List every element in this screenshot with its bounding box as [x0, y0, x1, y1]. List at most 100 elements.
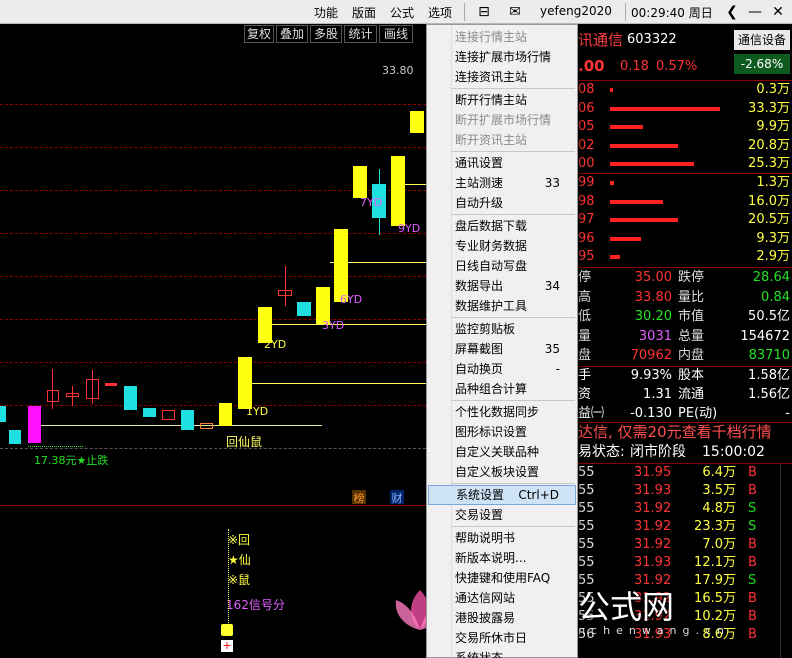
- sell-level-row[interactable]: 02 20.8万: [578, 137, 792, 155]
- level-volume: 2.9万: [756, 249, 790, 265]
- menu-item[interactable]: 连接扩展市场行情: [428, 47, 576, 67]
- kline-bar: [124, 386, 137, 410]
- menu-item[interactable]: 图形标识设置: [428, 422, 576, 442]
- sell-level-row[interactable]: 05 9.9万: [578, 118, 792, 136]
- rank-tag[interactable]: 榜: [352, 490, 366, 505]
- clock: 00:29:40 周日: [631, 6, 713, 20]
- menu-item[interactable]: 自定义板块设置: [428, 462, 576, 482]
- plus-icon: +: [221, 639, 233, 652]
- sector-badge[interactable]: 通信设备: [734, 30, 790, 50]
- kline-bar: [334, 229, 348, 302]
- level-price: 98: [578, 193, 595, 209]
- sell-level-row[interactable]: 00 25.3万: [578, 155, 792, 173]
- menu-item-label: 屏幕截图: [455, 342, 504, 356]
- menu-item-shortcut: 34: [544, 279, 560, 293]
- menu-item[interactable]: 品种组合计算: [428, 379, 576, 399]
- menu-item[interactable]: 系统设置 Ctrl+D: [428, 485, 576, 505]
- buy-level-row[interactable]: 95 2.9万: [578, 248, 792, 266]
- menu-separator: [451, 400, 575, 401]
- menu-item[interactable]: 个性化数据同步: [428, 402, 576, 422]
- minimize-icon[interactable]: —: [745, 2, 765, 22]
- menu-item[interactable]: 港股披露易: [428, 608, 576, 628]
- menu-item-shortcut: -: [555, 362, 560, 376]
- menu-item[interactable]: 数据导出 34: [428, 276, 576, 296]
- promo-banner[interactable]: 达信, 仅需20元查看千档行情: [578, 422, 792, 442]
- menu-item[interactable]: 主站测速 33: [428, 173, 576, 193]
- buy-level-row[interactable]: 97 20.5万: [578, 211, 792, 229]
- tick-v: 6.4万: [702, 465, 736, 480]
- support-line: [240, 383, 426, 384]
- menu-item[interactable]: 通达信网站: [428, 588, 576, 608]
- menu-item[interactable]: 交易所休市日: [428, 628, 576, 648]
- tick-s: B: [748, 609, 757, 624]
- mail-icon[interactable]: ✉: [505, 2, 525, 22]
- finance-v1: 9.93%: [630, 368, 672, 383]
- menu-item-label: 通达信网站: [455, 591, 516, 605]
- menu-item-label: 日线自动写盘: [455, 259, 528, 273]
- level-volume: 20.5万: [748, 212, 790, 228]
- stats-k1: 停: [578, 270, 592, 285]
- back-icon[interactable]: ❮: [722, 2, 742, 22]
- kline-bar: [0, 406, 6, 422]
- level-price: 06: [578, 100, 595, 116]
- tick-t: 56: [578, 627, 595, 642]
- tick-t: 55: [578, 537, 595, 552]
- kline-bar: [143, 408, 156, 417]
- sell-level-row[interactable]: 08 0.3万: [578, 81, 792, 99]
- tool-draw-button[interactable]: 画线: [379, 25, 413, 43]
- menu-item[interactable]: 通讯设置: [428, 153, 576, 173]
- menu-item[interactable]: 自动换页 -: [428, 359, 576, 379]
- menu-item[interactable]: 系统状态: [428, 648, 576, 658]
- tool-overlay-button[interactable]: 叠加: [276, 25, 308, 43]
- signal-label: ★仙: [228, 553, 251, 567]
- grid-line: [0, 319, 426, 320]
- sell-level-row[interactable]: 06 33.3万: [578, 100, 792, 118]
- volume-bar: [610, 255, 620, 260]
- system-context-menu[interactable]: 连接行情主站 连接扩展市场行情 连接资讯主站 断开行情主站 断开扩展市场行情 断开资讯主站…: [426, 24, 578, 658]
- tool-stats-button[interactable]: 统计: [344, 25, 377, 43]
- menu-item[interactable]: 新版本说明...: [428, 548, 576, 568]
- finance-tag[interactable]: 财: [390, 490, 404, 505]
- menu-item[interactable]: 日线自动写盘: [428, 256, 576, 276]
- stats-k1: 盘: [578, 348, 592, 364]
- dropdown-icon[interactable]: ⊟: [474, 2, 494, 22]
- close-icon[interactable]: ✕: [768, 2, 788, 22]
- menu-item[interactable]: 连接资讯主站: [428, 67, 576, 87]
- stats-row: 量 3031 总量 154672: [578, 327, 792, 347]
- signal-label: ※鼠: [228, 573, 251, 587]
- stats-k1: 高: [578, 289, 592, 305]
- menu-item[interactable]: 自动升级: [428, 193, 576, 213]
- menu-item[interactable]: 快捷键和使用FAQ: [428, 568, 576, 588]
- menu-function[interactable]: 功能: [314, 4, 338, 21]
- menu-formula[interactable]: 公式: [390, 4, 414, 21]
- finance-row: 益㈠ -0.130 PE(动) -: [578, 404, 792, 424]
- tool-fuquan-button[interactable]: 复权: [244, 25, 274, 43]
- pct-change: 0.57%: [656, 59, 698, 74]
- volume-bar: [610, 88, 613, 92]
- kline-bar: [278, 290, 292, 296]
- menu-item[interactable]: 盘后数据下载: [428, 216, 576, 236]
- buy-level-row[interactable]: 99 1.3万: [578, 174, 792, 192]
- menu-item[interactable]: 专业财务数据: [428, 236, 576, 256]
- menu-item[interactable]: 帮助说明书: [428, 528, 576, 548]
- menu-item[interactable]: 屏幕截图 35: [428, 339, 576, 359]
- menu-item[interactable]: 交易设置: [428, 505, 576, 525]
- buy-level-row[interactable]: 96 9.3万: [578, 230, 792, 248]
- menu-item[interactable]: 断开行情主站: [428, 90, 576, 110]
- level-volume: 0.3万: [756, 82, 790, 97]
- divider: [625, 3, 626, 21]
- menu-item[interactable]: 数据维护工具: [428, 296, 576, 316]
- stats-k2: 内盘: [678, 348, 705, 364]
- level-price: 00: [578, 156, 595, 172]
- kline-bar: [162, 410, 175, 420]
- signal-label: ※回: [228, 533, 251, 547]
- buy-level-row[interactable]: 98 16.0万: [578, 193, 792, 211]
- menu-layout[interactable]: 版面: [352, 4, 376, 21]
- tool-multi-button[interactable]: 多股: [310, 25, 342, 43]
- kline-chart[interactable]: 33.80 1YD 2YD 3YD 6YD 7YD 9YD 回仙鼠 17.38元…: [0, 44, 426, 658]
- menu-options[interactable]: 选项: [428, 4, 452, 21]
- tick-scrollbar[interactable]: [780, 464, 792, 658]
- price-change: 0.18: [620, 59, 649, 74]
- menu-item[interactable]: 监控剪贴板: [428, 319, 576, 339]
- menu-item[interactable]: 自定义关联品种: [428, 442, 576, 462]
